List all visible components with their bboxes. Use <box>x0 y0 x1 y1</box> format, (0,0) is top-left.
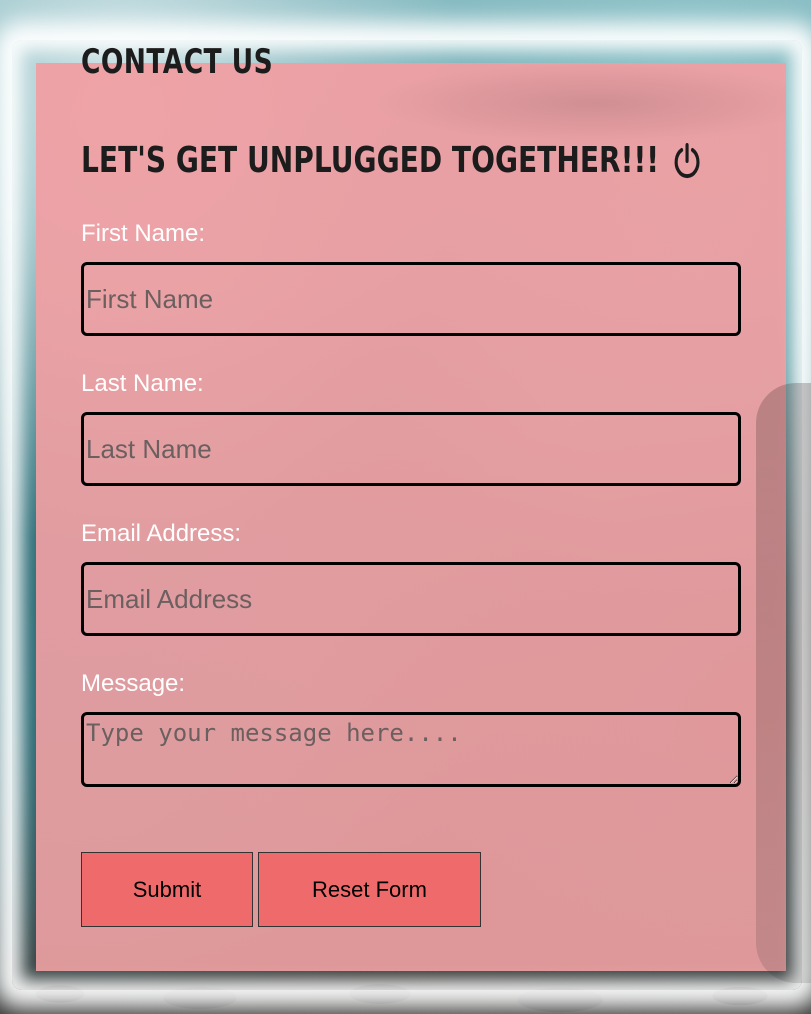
last-name-field[interactable] <box>81 412 741 486</box>
first-name-label: First Name: <box>81 220 206 247</box>
submit-button[interactable]: Submit <box>81 852 253 927</box>
contact-panel <box>36 63 811 983</box>
message-label: Message: <box>81 670 186 697</box>
message-textarea[interactable] <box>81 712 741 787</box>
last-name-label: Last Name: <box>81 370 204 397</box>
email-field[interactable] <box>81 562 741 636</box>
email-label: Email Address: <box>81 520 242 547</box>
subtitle-text: LET'S GET UNPLUGGED TOGETHER!!! <box>81 140 660 181</box>
page-subtitle: LET'S GET UNPLUGGED TOGETHER!!! <box>81 140 703 181</box>
reset-form-button[interactable]: Reset Form <box>258 852 481 927</box>
first-name-field[interactable] <box>81 262 741 336</box>
background-figure <box>756 383 811 983</box>
page-title: CONTACT US <box>81 42 274 82</box>
power-icon <box>674 142 700 178</box>
